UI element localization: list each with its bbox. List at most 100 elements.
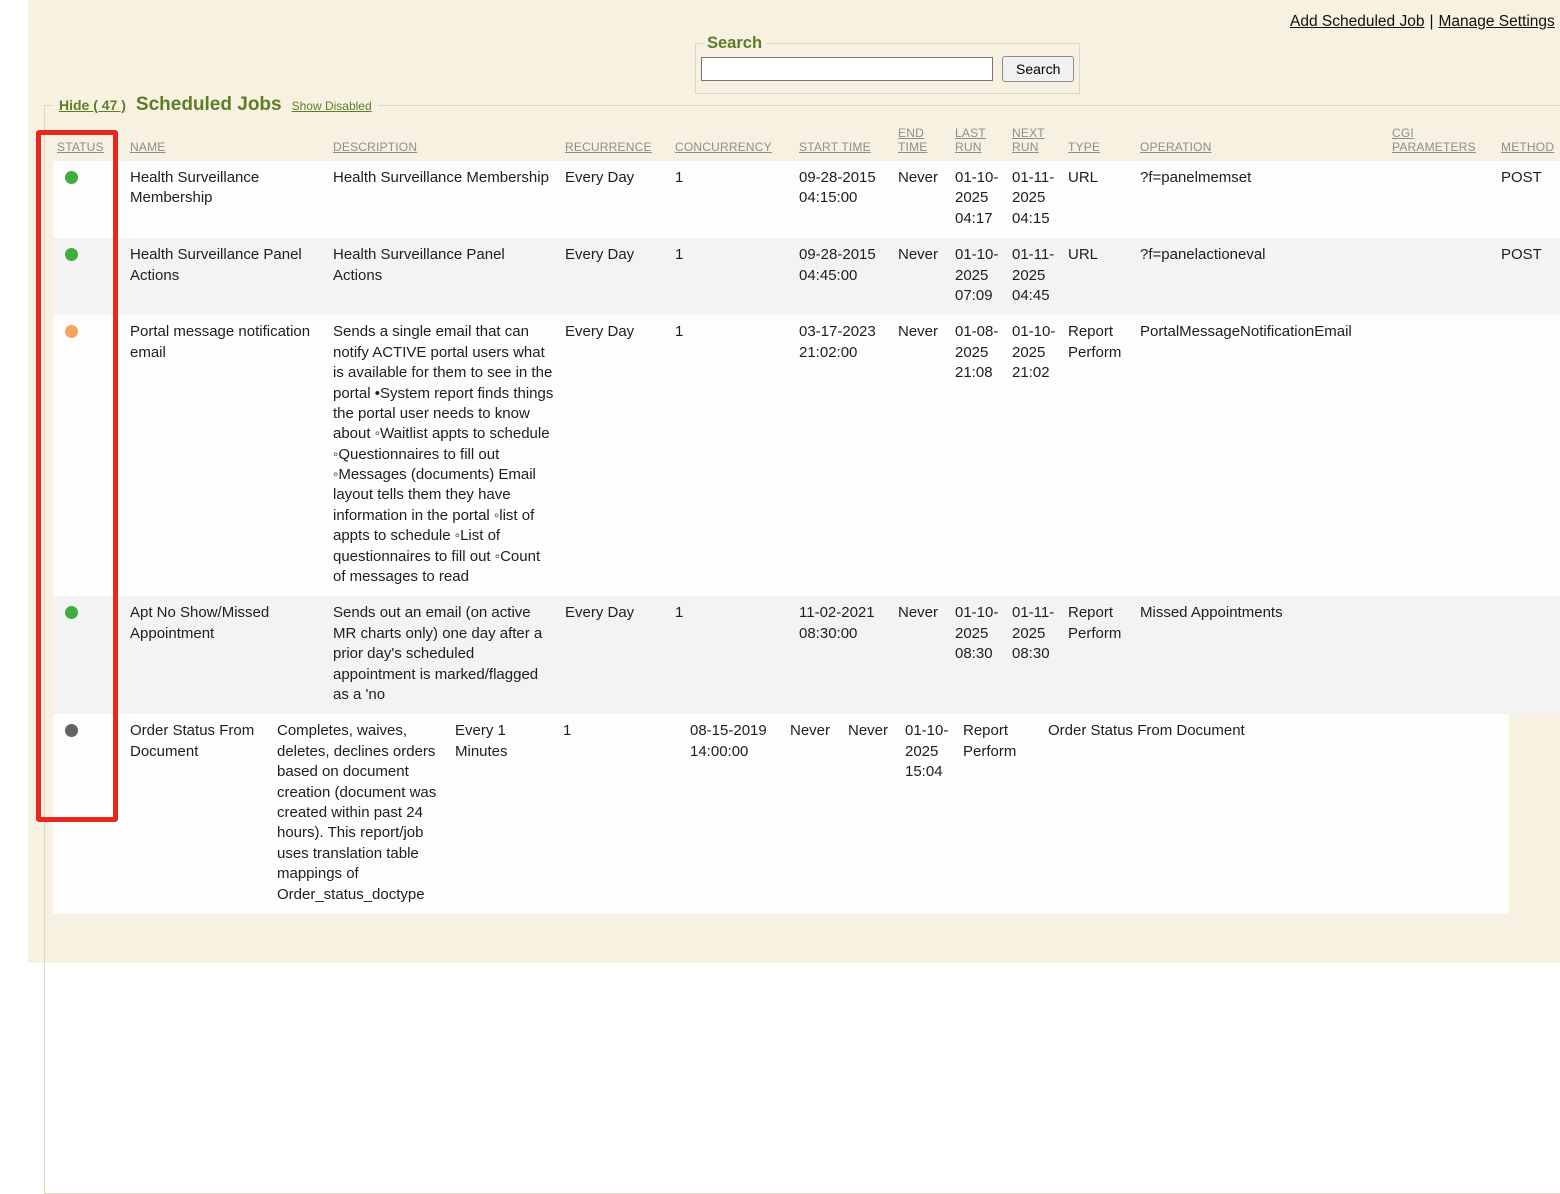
column-header-name[interactable]: NAME xyxy=(126,122,329,161)
scheduled-jobs-panel: Hide ( 47 ) Scheduled Jobs Show Disabled… xyxy=(44,94,1560,1194)
job-operation: ?f=panelmemset xyxy=(1136,161,1388,238)
job-concurrency: 1 xyxy=(671,238,795,315)
search-legend: Search xyxy=(703,34,766,53)
status-cell xyxy=(53,596,126,714)
status-dot xyxy=(65,724,78,737)
column-header-last-run[interactable]: LAST RUN xyxy=(951,122,1008,161)
job-recurrence: Every Day xyxy=(561,315,671,596)
job-method: POST xyxy=(1497,161,1560,238)
job-recurrence: Every 1 Minutes xyxy=(451,714,559,914)
page-title: Scheduled Jobs xyxy=(136,94,282,116)
job-row[interactable]: Order Status From Document Completes, wa… xyxy=(53,714,1509,914)
column-header-cgi-parameters[interactable]: CGI PARAMETERS xyxy=(1388,122,1497,161)
job-type: Report Perform xyxy=(1064,596,1136,714)
job-end-time: Never xyxy=(894,161,951,238)
top-links: Add Scheduled Job | Manage Settings xyxy=(1290,13,1555,31)
job-start-time: 09-28-2015 04:15:00 xyxy=(795,161,894,238)
job-recurrence: Every Day xyxy=(561,161,671,238)
job-description: Sends a single email that can notify ACT… xyxy=(329,315,561,596)
job-method xyxy=(1497,315,1560,596)
job-start-time: 03-17-2023 21:02:00 xyxy=(795,315,894,596)
scheduled-jobs-table: STATUS NAME DESCRIPTION RECURRENCE CONCU… xyxy=(53,122,1560,714)
job-concurrency: 1 xyxy=(559,714,686,914)
status-dot xyxy=(65,325,78,338)
status-cell xyxy=(53,161,126,238)
job-row[interactable]: Apt No Show/Missed Appointment Sends out… xyxy=(53,596,1560,714)
column-header-description[interactable]: DESCRIPTION xyxy=(329,122,561,161)
job-row[interactable]: Health Surveillance Membership Health Su… xyxy=(53,161,1560,238)
job-last-run: 01-10-2025 04:17 xyxy=(951,161,1008,238)
column-header-concurrency[interactable]: CONCURRENCY xyxy=(671,122,795,161)
search-input[interactable] xyxy=(701,57,993,81)
job-next-run: 01-11-2025 04:15 xyxy=(1008,161,1064,238)
job-method xyxy=(1497,596,1560,714)
column-header-end-time[interactable]: END TIME xyxy=(894,122,951,161)
job-type: Report Perform xyxy=(959,714,1044,914)
job-start-time: 08-15-2019 14:00:00 xyxy=(686,714,786,914)
job-description: Completes, waives, deletes, declines ord… xyxy=(273,714,451,914)
status-cell xyxy=(53,238,126,315)
column-header-recurrence[interactable]: RECURRENCE xyxy=(561,122,671,161)
job-operation: PortalMessageNotificationEmail xyxy=(1136,315,1388,596)
column-header-next-run[interactable]: NEXT RUN xyxy=(1008,122,1064,161)
scheduled-jobs-table-continued: Order Status From Document Completes, wa… xyxy=(53,714,1509,914)
job-end-time: Never xyxy=(786,714,844,914)
column-header-status[interactable]: STATUS xyxy=(53,122,126,161)
job-cgi-parameters xyxy=(1388,596,1497,714)
job-type: URL xyxy=(1064,238,1136,315)
job-name: Order Status From Document xyxy=(126,714,273,914)
job-operation: Missed Appointments xyxy=(1136,596,1388,714)
job-end-time: Never xyxy=(894,596,951,714)
status-cell xyxy=(53,714,126,914)
job-end-time: Never xyxy=(894,238,951,315)
column-header-start-time[interactable]: START TIME xyxy=(795,122,894,161)
job-concurrency: 1 xyxy=(671,161,795,238)
job-last-run: 01-10-2025 08:30 xyxy=(951,596,1008,714)
manage-settings-link[interactable]: Manage Settings xyxy=(1438,13,1554,30)
job-next-run: 01-11-2025 08:30 xyxy=(1008,596,1064,714)
job-name: Health Surveillance Membership xyxy=(126,161,329,238)
job-cgi-parameters xyxy=(1388,161,1497,238)
job-start-time: 11-02-2021 08:30:00 xyxy=(795,596,894,714)
job-recurrence: Every Day xyxy=(561,596,671,714)
job-description: Sends out an email (on active MR charts … xyxy=(329,596,561,714)
job-next-run: 01-11-2025 04:45 xyxy=(1008,238,1064,315)
job-type: Report Perform xyxy=(1064,315,1136,596)
job-cgi-parameters xyxy=(1344,714,1453,914)
job-name: Portal message notification email xyxy=(126,315,329,596)
status-dot xyxy=(65,248,78,261)
job-last-run: 01-10-2025 07:09 xyxy=(951,238,1008,315)
job-operation: Order Status From Document xyxy=(1044,714,1344,914)
job-concurrency: 1 xyxy=(671,315,795,596)
job-description: Health Surveillance Membership xyxy=(329,161,561,238)
status-cell xyxy=(53,315,126,596)
job-cgi-parameters xyxy=(1388,315,1497,596)
job-operation: ?f=panelactioneval xyxy=(1136,238,1388,315)
job-name: Apt No Show/Missed Appointment xyxy=(126,596,329,714)
table-header-row: STATUS NAME DESCRIPTION RECURRENCE CONCU… xyxy=(53,122,1560,161)
job-method xyxy=(1453,714,1509,914)
show-disabled-link[interactable]: Show Disabled xyxy=(292,99,372,113)
search-panel: Search Search xyxy=(695,34,1080,94)
column-header-operation[interactable]: OPERATION xyxy=(1136,122,1388,161)
job-next-run: 01-10-2025 21:02 xyxy=(1008,315,1064,596)
add-scheduled-job-link[interactable]: Add Scheduled Job xyxy=(1290,13,1424,30)
job-row[interactable]: Health Surveillance Panel Actions Health… xyxy=(53,238,1560,315)
column-header-type[interactable]: TYPE xyxy=(1064,122,1136,161)
job-concurrency: 1 xyxy=(671,596,795,714)
job-recurrence: Every Day xyxy=(561,238,671,315)
link-separator: | xyxy=(1429,13,1433,30)
hide-link[interactable]: Hide ( 47 ) xyxy=(59,97,126,113)
job-next-run: 01-10-2025 15:04 xyxy=(901,714,959,914)
job-type: URL xyxy=(1064,161,1136,238)
job-description: Health Surveillance Panel Actions xyxy=(329,238,561,315)
search-button[interactable]: Search xyxy=(1002,56,1074,82)
job-last-run: Never xyxy=(844,714,901,914)
column-header-method[interactable]: METHOD xyxy=(1497,122,1560,161)
status-dot xyxy=(65,171,78,184)
status-dot xyxy=(65,606,78,619)
job-row[interactable]: Portal message notification email Sends … xyxy=(53,315,1560,596)
job-end-time: Never xyxy=(894,315,951,596)
job-last-run: 01-08-2025 21:08 xyxy=(951,315,1008,596)
job-name: Health Surveillance Panel Actions xyxy=(126,238,329,315)
